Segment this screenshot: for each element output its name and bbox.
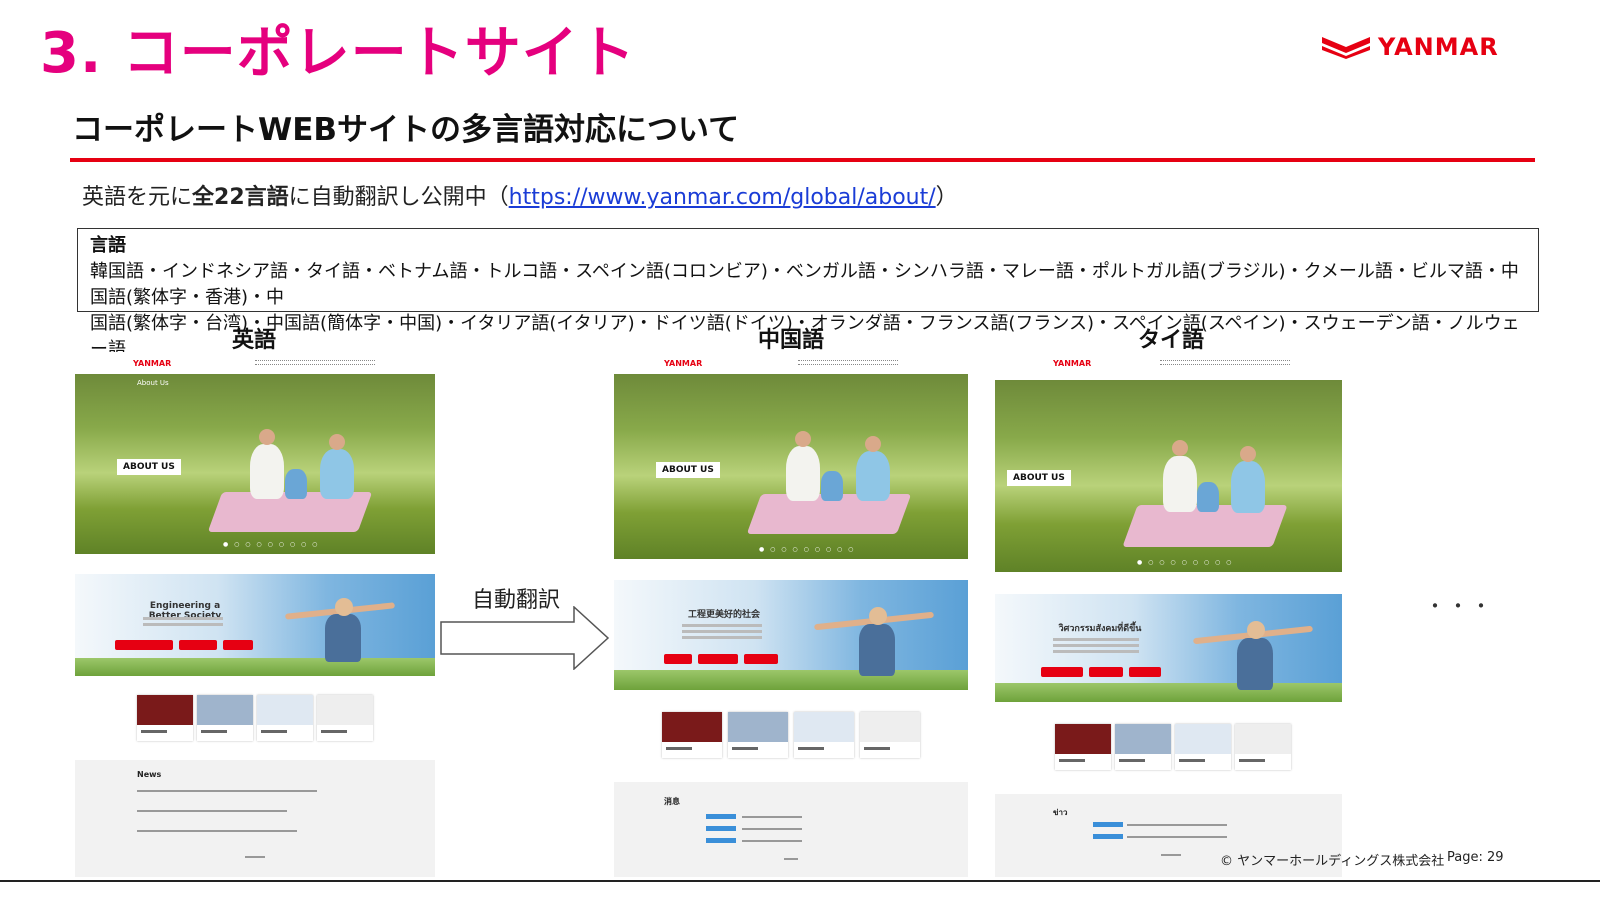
intro-prefix: 英語を元に [82, 185, 193, 210]
language-list-heading: 言語 [90, 235, 126, 256]
slide-subtitle: コーポレートWEBサイトの多言語対応について [72, 112, 740, 148]
intro-mid: に自動翻訳し公開中（ [288, 185, 509, 210]
mock-navbar: YANMAR [614, 352, 968, 374]
mock-logo: YANMAR [1053, 359, 1092, 368]
right-arrow-icon [440, 606, 610, 670]
thai-site-screenshot: YANMAR ABOUT US ● ○ ○ ○ ○ ○ ○ ○ ○ วิศวกร… [995, 352, 1342, 877]
copyright-notice: © ヤンマーホールディングス株式会社 [1220, 854, 1445, 869]
header-divider [70, 158, 1535, 162]
mock-news-section: 消息 [614, 782, 968, 877]
mock-hero-badge: ABOUT US [656, 462, 720, 478]
mock-news-section: News [75, 760, 435, 877]
mock-thumbnail-row [75, 695, 435, 745]
language-list-box: 言語 韓国語・インドネシア語・タイ語・ベトナム語・トルコ語・スペイン語(コロンビ… [77, 228, 1539, 360]
slide-title: 3. コーポレートサイト [40, 21, 636, 86]
mock-hero-badge: ABOUT US [117, 459, 181, 475]
mock-navbar: YANMAR [995, 352, 1342, 374]
mock-navbar: YANMAR [75, 352, 435, 374]
mock-hero-title: About Us [137, 379, 169, 387]
intro-text: 英語を元に全22言語に自動翻訳し公開中（https://www.yanmar.c… [82, 182, 958, 214]
column-heading-english: 英語 [232, 328, 277, 353]
mock-hero-image: ABOUT US ● ○ ○ ○ ○ ○ ○ ○ ○ [614, 374, 968, 559]
mock-thumbnail-row [614, 712, 968, 762]
mock-hero-badge: ABOUT US [1007, 470, 1071, 486]
column-heading-thai: タイ語 [1138, 328, 1205, 353]
mock-news-heading: 消息 [664, 797, 680, 806]
mock-feature-heading: 工程更美好的社会 [687, 610, 760, 620]
column-heading-chinese: 中国語 [758, 328, 825, 353]
footer-divider [0, 880, 1600, 882]
yanmar-logo: YANMAR [1322, 30, 1532, 64]
mock-feature-banner: 工程更美好的社会 [614, 580, 968, 690]
mock-hero-image: ABOUT US ● ○ ○ ○ ○ ○ ○ ○ ○ [995, 380, 1342, 572]
page-number: Page: 29 [1447, 850, 1504, 865]
mock-feature-banner: วิศวกรรมสังคมที่ดีขึ้น [995, 594, 1342, 702]
mock-logo: YANMAR [664, 359, 703, 368]
chinese-site-screenshot: YANMAR ABOUT US ● ○ ○ ○ ○ ○ ○ ○ ○ 工程更美好的… [614, 352, 968, 877]
language-list-line-1: 韓国語・インドネシア語・タイ語・ベトナム語・トルコ語・スペイン語(コロンビア)・… [90, 261, 1519, 308]
mock-news-heading: News [137, 770, 162, 779]
english-site-screenshot: YANMAR About Us ABOUT US ● ○ ○ ○ ○ ○ ○ ○… [75, 352, 435, 877]
yanmar-logo-text: YANMAR [1378, 33, 1499, 61]
mock-news-heading: ข่าว [1053, 808, 1068, 817]
mock-feature-heading: วิศวกรรมสังคมที่ดีขึ้น [1058, 624, 1142, 634]
more-languages-ellipsis: ・・・ [1425, 594, 1494, 618]
mock-thumbnail-row [995, 724, 1342, 774]
mock-hero-image: About Us ABOUT US ● ○ ○ ○ ○ ○ ○ ○ ○ [75, 374, 435, 554]
mock-feature-banner: Engineering a Better Society [75, 574, 435, 676]
mock-logo: YANMAR [133, 359, 172, 368]
about-page-link[interactable]: https://www.yanmar.com/global/about/ [509, 185, 936, 210]
intro-language-count: 全22言語 [192, 185, 289, 210]
yanmar-chevron-icon [1322, 37, 1370, 59]
intro-suffix: ） [935, 185, 958, 210]
